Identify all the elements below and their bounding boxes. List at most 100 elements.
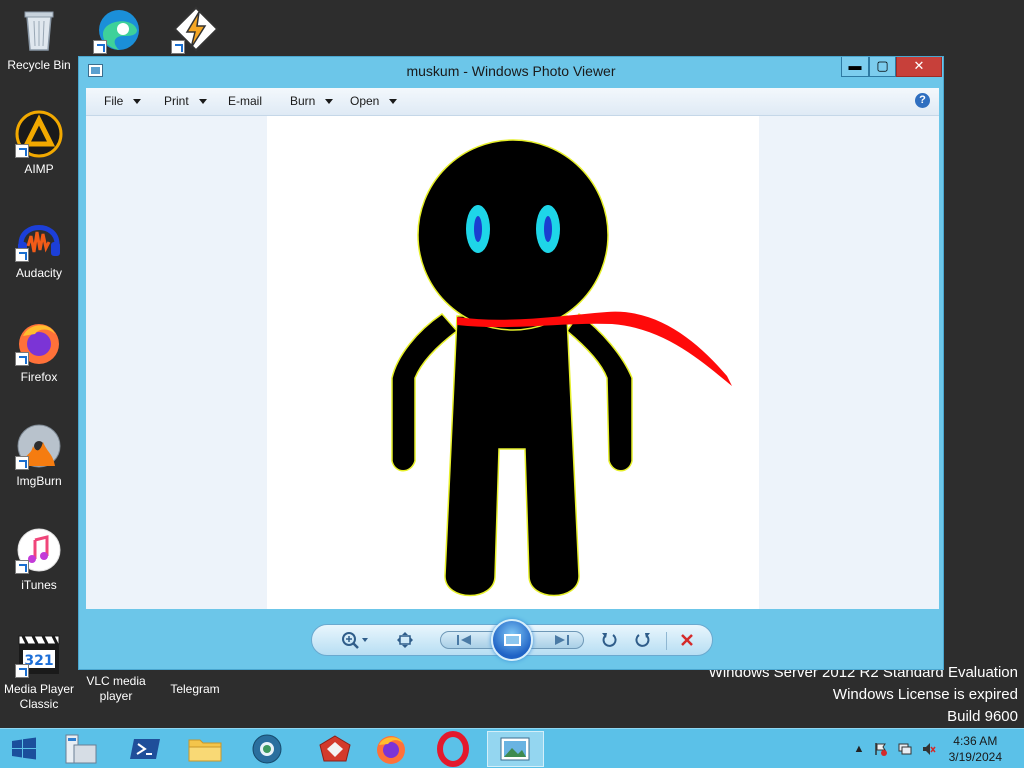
network-icon[interactable] — [898, 742, 912, 756]
chevron-down-icon — [389, 99, 398, 105]
desktop-icon-firefox[interactable]: Firefox — [1, 318, 77, 385]
menu-file-label: File — [104, 94, 124, 108]
desktop-icon-label: VLC media player — [86, 674, 146, 703]
shortcut-arrow-icon — [15, 144, 29, 158]
shortcut-arrow-icon — [15, 456, 29, 470]
recycle-bin-icon — [15, 6, 63, 54]
slideshow-icon — [504, 634, 521, 646]
chevron-down-icon — [325, 99, 334, 105]
show-hidden-icons-button[interactable]: ▲ — [852, 742, 866, 756]
rotate-left-icon — [602, 633, 617, 647]
windows-logo-icon — [12, 737, 36, 760]
title-bar[interactable]: muskum - Windows Photo Viewer ▬ ▢ ✕ — [79, 57, 943, 85]
server-manager-icon — [65, 734, 97, 764]
figure-right-pupil — [544, 216, 552, 242]
taskbar-server-manager[interactable] — [56, 731, 106, 767]
viewer-controls — [311, 619, 713, 661]
system-clock[interactable]: 4:36 AM 3/19/2024 — [949, 733, 1002, 765]
delete-button[interactable] — [676, 629, 698, 651]
watermark-build: Build 9600 — [947, 708, 1018, 725]
windows-watermark: Windows Server 2012 R2 Standard Evaluati… — [709, 662, 1018, 728]
shortcut-arrow-icon — [15, 352, 29, 366]
taskbar-file-explorer[interactable] — [180, 731, 230, 767]
desktop-icon-media-player-classic[interactable]: 321 Media Player Classic — [1, 630, 77, 712]
taskbar-browser[interactable] — [242, 731, 292, 767]
desktop-icon-imgburn[interactable]: ImgBurn — [1, 422, 77, 489]
zoom-button[interactable] — [338, 629, 372, 651]
taskbar-app-red[interactable] — [310, 731, 360, 767]
window-title: muskum - Windows Photo Viewer — [406, 63, 616, 79]
taskbar-powershell[interactable] — [120, 731, 170, 767]
control-separator — [666, 632, 667, 650]
globe-icon — [252, 734, 282, 764]
desktop-icon-label: ImgBurn — [16, 474, 62, 488]
desktop-icon-vlc[interactable]: VLC media player — [78, 674, 154, 704]
opera-icon — [437, 731, 469, 767]
firefox-icon — [377, 736, 405, 764]
start-button[interactable] — [0, 731, 48, 767]
media-player-classic-icon: 321 — [15, 630, 63, 678]
taskbar-firefox[interactable] — [366, 731, 416, 767]
maximize-button[interactable]: ▢ — [869, 57, 896, 77]
menu-open[interactable]: Open — [350, 88, 398, 115]
previous-button[interactable] — [449, 629, 479, 651]
menu-print[interactable]: Print — [164, 88, 207, 115]
desktop-icon-label: Recycle Bin — [7, 58, 71, 72]
taskbar-opera[interactable] — [428, 731, 478, 767]
menu-email[interactable]: E-mail — [228, 88, 262, 115]
menu-burn[interactable]: Burn — [290, 88, 334, 115]
rotate-counterclockwise-button[interactable] — [598, 629, 620, 651]
desktop-icon-winamp[interactable] — [157, 6, 233, 58]
rotate-clockwise-button[interactable] — [632, 629, 654, 651]
clock-time: 4:36 AM — [953, 734, 998, 748]
desktop-icon-aimp[interactable]: AIMP — [1, 110, 77, 177]
clock-date: 3/19/2024 — [948, 750, 1002, 764]
red-shield-icon — [319, 735, 351, 762]
minimize-button[interactable]: ▬ — [841, 57, 869, 77]
volume-muted-icon[interactable] — [922, 742, 936, 756]
taskbar: ▲ 4:36 AM 3/19/2024 — [0, 728, 1024, 768]
figure-head — [417, 139, 609, 331]
fit-window-icon — [397, 632, 413, 648]
photo-viewer-icon — [500, 737, 530, 761]
desktop-icon-label: iTunes — [21, 578, 57, 592]
action-center-flag-icon[interactable] — [874, 742, 888, 756]
shortcut-arrow-icon — [15, 560, 29, 574]
menu-file[interactable]: File — [104, 88, 142, 115]
desktop-icon-recycle-bin[interactable]: Recycle Bin — [1, 6, 77, 73]
chevron-down-icon — [198, 99, 207, 105]
menu-open-label: Open — [350, 94, 380, 108]
desktop-icon-telegram[interactable]: Telegram — [157, 682, 233, 697]
desktop-icon-audacity[interactable]: Audacity — [1, 214, 77, 281]
desktop-icon-edge[interactable] — [79, 6, 155, 58]
next-button[interactable] — [547, 629, 577, 651]
zoom-icon — [342, 632, 368, 649]
desktop-icon-itunes[interactable]: iTunes — [1, 526, 77, 593]
powershell-icon — [130, 739, 160, 759]
figure-body — [444, 315, 580, 597]
taskbar-photo-viewer[interactable] — [487, 731, 544, 767]
desktop-icon-label: Media Player Classic — [3, 682, 75, 711]
shortcut-arrow-icon — [15, 664, 29, 678]
desktop-icon-label: AIMP — [24, 162, 54, 176]
itunes-icon — [15, 526, 63, 574]
menu-print-label: Print — [164, 94, 189, 108]
desktop-icon-label: Firefox — [20, 370, 58, 384]
previous-icon — [457, 635, 471, 645]
shortcut-arrow-icon — [171, 40, 185, 54]
slideshow-button[interactable] — [491, 619, 533, 661]
next-icon — [555, 635, 569, 645]
close-button[interactable]: ✕ — [896, 57, 942, 77]
photo-viewer-window[interactable]: muskum - Windows Photo Viewer ▬ ▢ ✕ File… — [78, 56, 944, 670]
audacity-icon — [15, 214, 63, 262]
image-viewport[interactable] — [86, 116, 939, 609]
help-icon[interactable]: ? — [915, 93, 930, 108]
desktop-icon-label: Audacity — [15, 266, 63, 280]
actual-size-button[interactable] — [394, 629, 416, 651]
delete-icon — [681, 634, 693, 646]
menu-burn-label: Burn — [290, 94, 316, 108]
chevron-down-icon — [133, 99, 142, 105]
lightning-icon — [171, 6, 219, 54]
command-bar: File Print E-mail Burn Open ? — [86, 88, 939, 116]
imgburn-icon — [15, 422, 63, 470]
